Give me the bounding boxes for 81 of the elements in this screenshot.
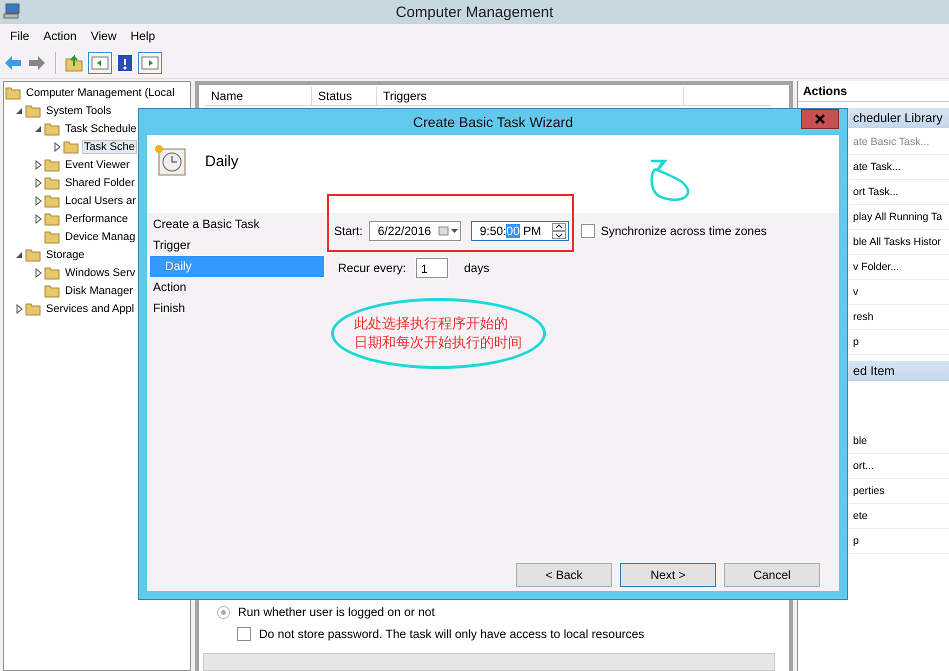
wizard-step[interactable]: Trigger [147, 235, 324, 256]
column-header[interactable]: Name [205, 87, 312, 105]
folder-icon [44, 266, 60, 280]
close-button[interactable] [801, 109, 839, 129]
recur-label: Recur every: [338, 261, 406, 275]
expand-arrow-icon[interactable] [33, 178, 43, 188]
time-picker[interactable]: 9:50:00 PM [470, 221, 569, 241]
checkbox[interactable] [580, 224, 595, 238]
folder-icon [44, 284, 60, 298]
tree-item[interactable]: Task Schedule [64, 123, 138, 135]
folder-icon [44, 176, 60, 190]
calendar-clock-icon [153, 143, 187, 177]
expand-arrow-icon[interactable] [33, 160, 43, 170]
tree-item[interactable]: Disk Manager [64, 285, 134, 297]
option-label: Run whether user is logged on or not [238, 605, 435, 619]
expand-arrow-icon[interactable] [14, 304, 24, 314]
tree-item[interactable]: Services and Appl [45, 303, 136, 315]
wizard-step[interactable]: Finish [147, 298, 324, 319]
wizard-step[interactable]: Action [147, 277, 324, 298]
folder-icon [44, 122, 60, 136]
folder-icon [44, 158, 60, 172]
radio-button[interactable] [217, 606, 230, 618]
tree-item[interactable]: Storage [45, 249, 86, 261]
recur-unit: days [464, 261, 490, 275]
forward-arrow-icon[interactable] [28, 55, 46, 71]
expand-arrow-icon[interactable] [52, 142, 62, 152]
wizard-step[interactable]: Create a Basic Task [147, 214, 324, 235]
menu-item[interactable]: Help [124, 29, 162, 43]
expand-arrow-icon[interactable] [33, 214, 43, 224]
folder-up-icon[interactable] [65, 54, 83, 72]
folder-icon [25, 302, 41, 316]
tree-item[interactable]: Device Manag [64, 231, 136, 243]
annotation-text: 此处选择执行程序开始的 [354, 314, 509, 334]
folder-icon [5, 86, 21, 100]
spin-arrows-icon[interactable] [552, 223, 566, 239]
panel-icon[interactable] [139, 53, 161, 73]
column-header[interactable]: Status [312, 87, 377, 105]
collapse-arrow-icon[interactable] [14, 106, 24, 116]
wizard-button[interactable]: Next > [620, 563, 716, 587]
folder-icon [25, 248, 41, 262]
horizontal-scrollbar[interactable] [203, 653, 775, 671]
wizard-button[interactable]: Cancel [724, 563, 820, 587]
dialog-title: Create Basic Task Wizard [412, 114, 573, 130]
date-picker[interactable]: 6/22/2016 [368, 221, 461, 241]
tree-item[interactable]: Event Viewer [64, 159, 131, 171]
tree-item[interactable]: Task Sche [83, 141, 136, 153]
folder-icon [25, 104, 41, 118]
folder-icon [44, 194, 60, 208]
folder-icon [44, 230, 60, 244]
recur-input[interactable]: 1 [416, 258, 448, 278]
expand-arrow-icon[interactable] [33, 196, 43, 206]
page-heading: Daily [205, 153, 238, 170]
folder-icon [44, 212, 60, 226]
option-label: Do not store password. The task will only have access to local resources [259, 627, 644, 641]
wizard-button[interactable]: < Back [516, 563, 612, 587]
collapse-arrow-icon[interactable] [14, 250, 24, 260]
back-arrow-icon[interactable] [4, 55, 22, 71]
window-title: Computer Management [396, 4, 554, 20]
menu-item[interactable]: Action [37, 29, 83, 43]
tree-item[interactable]: System Tools [45, 105, 112, 117]
column-header[interactable]: Triggers [377, 87, 684, 105]
actions-title: Actions [798, 81, 949, 102]
folder-icon [63, 140, 79, 154]
computer-icon [3, 3, 21, 19]
start-label: Start: [334, 224, 363, 238]
tree-item[interactable]: Shared Folder [64, 177, 136, 189]
checkbox[interactable] [237, 627, 251, 641]
tree-item[interactable]: Local Users ar [64, 195, 137, 207]
tree-item[interactable]: Performance [64, 213, 129, 225]
collapse-arrow-icon[interactable] [33, 124, 43, 134]
calendar-dropdown-icon[interactable] [438, 226, 460, 236]
annotation-text: 日期和每次开始执行的时间 [354, 334, 523, 352]
menu-item[interactable]: File [4, 29, 36, 43]
close-icon [815, 114, 825, 124]
sync-label: Synchronize across time zones [600, 224, 767, 238]
help-icon[interactable] [117, 54, 133, 72]
tree-item[interactable]: Computer Management (Local [25, 87, 176, 99]
expand-arrow-icon[interactable] [33, 268, 43, 278]
menu-item[interactable]: View [84, 29, 122, 43]
tree-item[interactable]: Windows Serv [64, 267, 136, 279]
panel-icon[interactable] [89, 53, 111, 73]
